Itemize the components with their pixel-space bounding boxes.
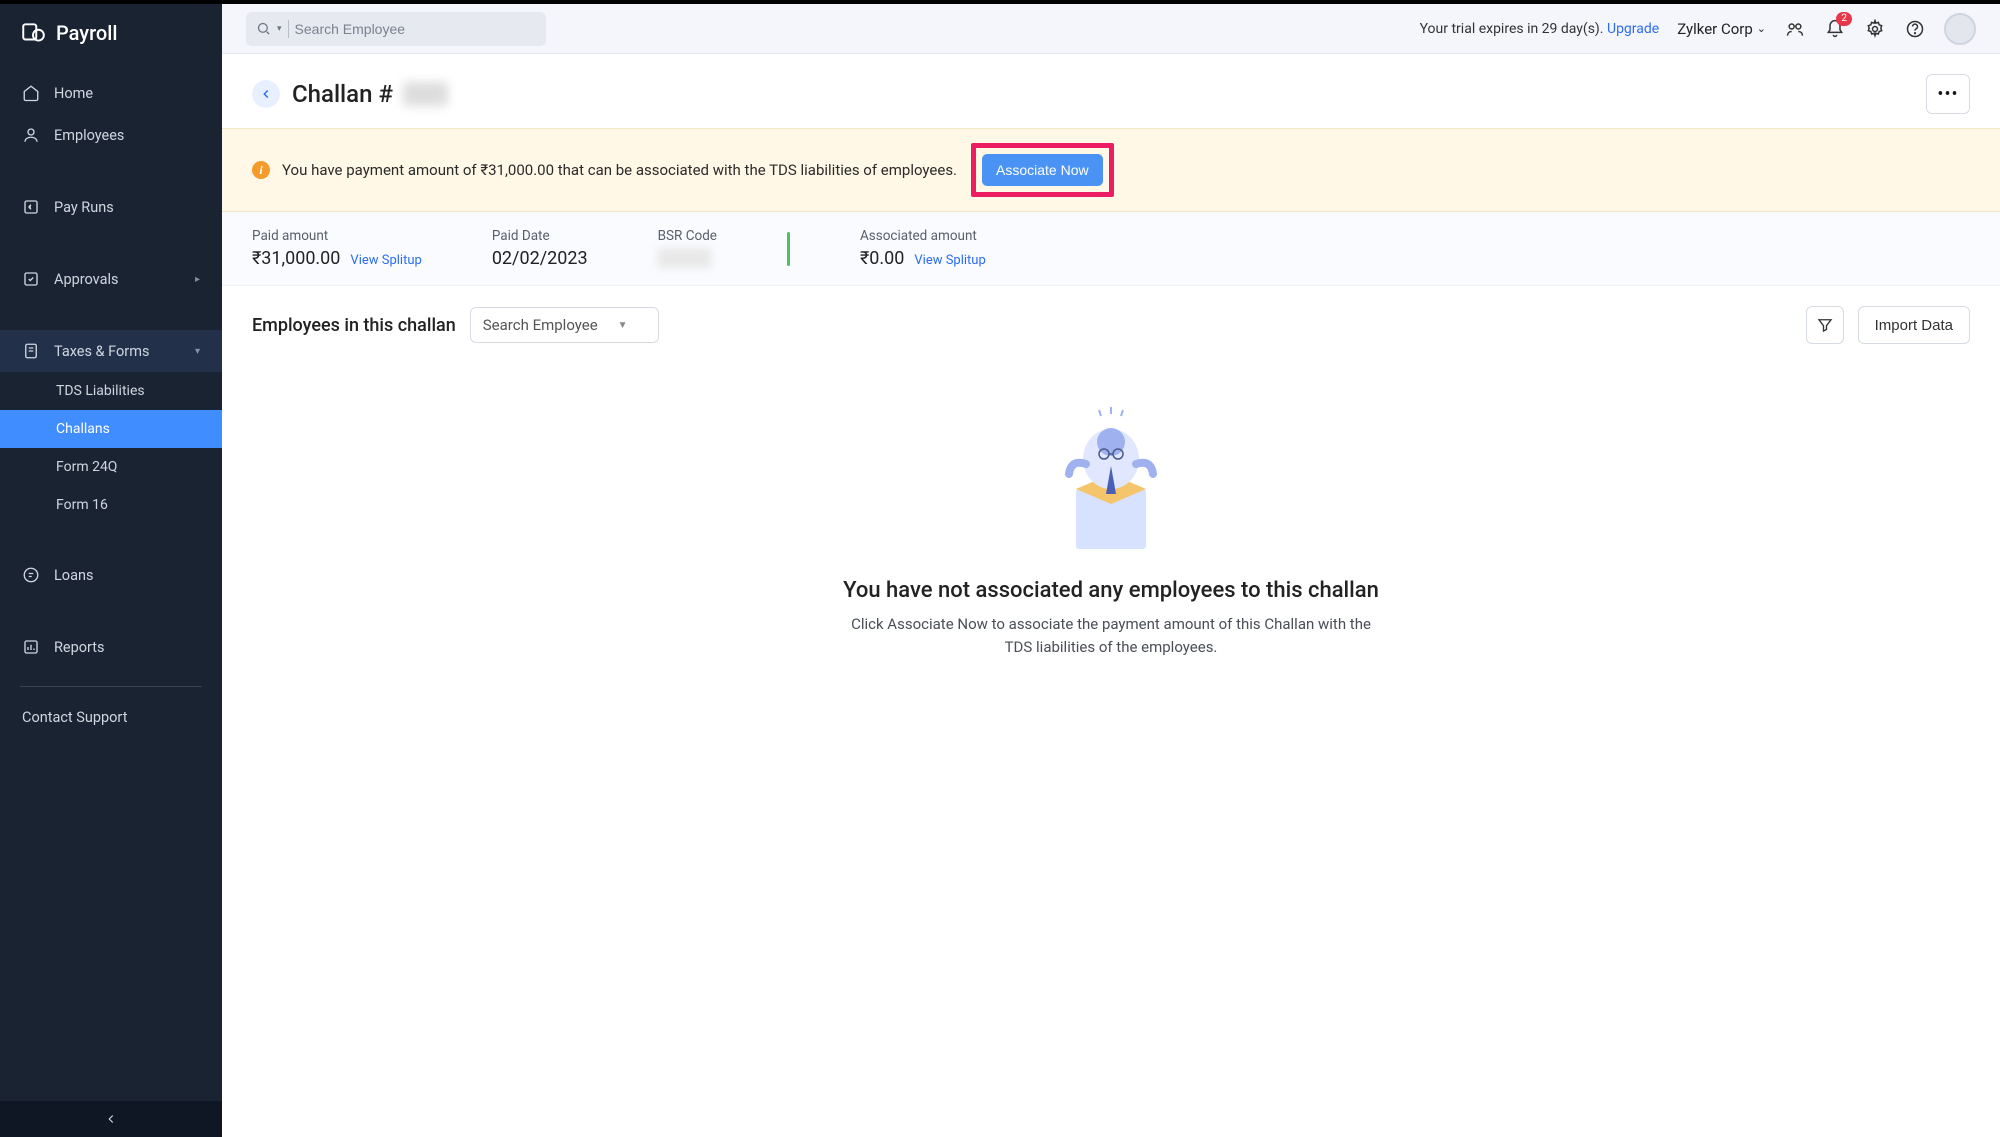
view-splitup-link[interactable]: View Splitup bbox=[350, 253, 421, 268]
sidebar: Payroll Home Employees Pay Runs Approval… bbox=[0, 4, 222, 1137]
refer-icon[interactable] bbox=[1784, 18, 1806, 40]
sidebar-label: Pay Runs bbox=[54, 199, 114, 216]
challan-id-redacted bbox=[403, 82, 448, 106]
sidebar-item-approvals[interactable]: Approvals ▸ bbox=[0, 258, 222, 300]
sidebar-label: Loans bbox=[54, 567, 93, 584]
help-button[interactable] bbox=[1904, 18, 1926, 40]
brand: Payroll bbox=[0, 4, 222, 62]
sidebar-item-home[interactable]: Home bbox=[0, 72, 222, 114]
sidebar-item-reports[interactable]: Reports bbox=[0, 626, 222, 668]
search-icon bbox=[256, 21, 271, 36]
chevron-left-icon bbox=[104, 1112, 118, 1126]
bsr-code-redacted bbox=[658, 248, 711, 268]
back-button[interactable] bbox=[252, 80, 280, 108]
stat-value: ₹0.00 bbox=[860, 248, 904, 269]
page-header: Challan # ••• bbox=[222, 54, 2000, 128]
combo-placeholder: Search Employee bbox=[483, 316, 598, 334]
sidebar-subitem-form-16[interactable]: Form 16 bbox=[0, 486, 222, 524]
page-title-text: Challan # bbox=[292, 80, 393, 108]
sidebar-label: Employees bbox=[54, 127, 124, 144]
stat-paid-amount: Paid amount ₹31,000.00 View Splitup bbox=[252, 228, 422, 269]
main: ▾ Your trial expires in 29 day(s). Upgra… bbox=[222, 4, 2000, 1137]
home-icon bbox=[22, 84, 40, 102]
info-icon: i bbox=[252, 161, 270, 179]
sidebar-contact-support[interactable]: Contact Support bbox=[0, 705, 222, 730]
stat-value: ₹31,000.00 bbox=[252, 248, 340, 269]
stat-value: 02/02/2023 bbox=[492, 248, 588, 269]
empty-description: Click Associate Now to associate the pay… bbox=[841, 613, 1381, 658]
stat-label: BSR Code bbox=[658, 228, 717, 244]
more-icon: ••• bbox=[1937, 84, 1958, 105]
stat-separator bbox=[787, 232, 790, 266]
stats-row: Paid amount ₹31,000.00 View Splitup Paid… bbox=[222, 212, 2000, 286]
notification-badge: 2 bbox=[1836, 12, 1852, 26]
view-splitup-link[interactable]: View Splitup bbox=[914, 253, 985, 268]
employee-search-combo[interactable]: Search Employee ▼ bbox=[470, 307, 659, 343]
stat-label: Paid Date bbox=[492, 228, 588, 244]
empty-state: You have not associated any employees to… bbox=[222, 364, 2000, 1137]
stat-label: Associated amount bbox=[860, 228, 986, 244]
associate-now-button[interactable]: Associate Now bbox=[982, 154, 1103, 186]
sidebar-collapse-button[interactable] bbox=[0, 1101, 222, 1137]
sidebar-subitem-form-24q[interactable]: Form 24Q bbox=[0, 448, 222, 486]
trial-text-prefix: Your trial expires in 29 day(s). bbox=[1420, 21, 1607, 37]
empty-title: You have not associated any employees to… bbox=[843, 578, 1379, 603]
section-title: Employees in this challan bbox=[252, 315, 456, 336]
sidebar-item-loans[interactable]: Loans bbox=[0, 554, 222, 596]
stat-bsr-code: BSR Code bbox=[658, 228, 717, 269]
payroll-logo-icon bbox=[20, 20, 46, 46]
app-name: Payroll bbox=[56, 21, 117, 45]
empty-illustration bbox=[1051, 404, 1171, 564]
chevron-down-icon: ▾ bbox=[195, 346, 200, 357]
notifications-button[interactable]: 2 bbox=[1824, 18, 1846, 40]
payruns-icon bbox=[22, 198, 40, 216]
sidebar-label: Home bbox=[54, 85, 93, 102]
search-input[interactable] bbox=[295, 21, 536, 37]
trial-notice: Your trial expires in 29 day(s). Upgrade bbox=[1420, 21, 1660, 37]
approvals-icon bbox=[22, 270, 40, 288]
filter-button[interactable] bbox=[1806, 306, 1844, 344]
gear-icon bbox=[1865, 19, 1885, 39]
org-switcher[interactable]: Zylker Corp ⌄ bbox=[1677, 20, 1766, 38]
stat-label: Paid amount bbox=[252, 228, 422, 244]
sidebar-subitem-tds-liabilities[interactable]: TDS Liabilities bbox=[0, 372, 222, 410]
sidebar-item-employees[interactable]: Employees bbox=[0, 114, 222, 156]
more-actions-button[interactable]: ••• bbox=[1926, 74, 1970, 114]
taxes-submenu: TDS Liabilities Challans Form 24Q Form 1… bbox=[0, 372, 222, 524]
employees-icon bbox=[22, 126, 40, 144]
chevron-right-icon: ▸ bbox=[195, 274, 200, 285]
employees-section-header: Employees in this challan Search Employe… bbox=[222, 286, 2000, 364]
avatar[interactable] bbox=[1944, 13, 1976, 45]
topbar: ▾ Your trial expires in 29 day(s). Upgra… bbox=[222, 4, 2000, 54]
org-name: Zylker Corp bbox=[1677, 20, 1753, 38]
taxes-icon bbox=[22, 342, 40, 360]
chevron-down-icon: ⌄ bbox=[1757, 22, 1766, 35]
search-dropdown-caret[interactable]: ▾ bbox=[277, 24, 282, 34]
caret-down-icon: ▼ bbox=[618, 320, 628, 331]
associate-highlight: Associate Now bbox=[971, 143, 1114, 197]
sidebar-subitem-challans[interactable]: Challans bbox=[0, 410, 222, 448]
sidebar-label: Taxes & Forms bbox=[54, 343, 149, 360]
info-banner: i You have payment amount of ₹31,000.00 … bbox=[222, 128, 2000, 212]
stat-paid-date: Paid Date 02/02/2023 bbox=[492, 228, 588, 269]
sidebar-label: Reports bbox=[54, 639, 105, 656]
chevron-left-icon bbox=[259, 87, 273, 101]
import-data-button[interactable]: Import Data bbox=[1858, 306, 1970, 344]
settings-button[interactable] bbox=[1864, 18, 1886, 40]
global-search[interactable]: ▾ bbox=[246, 12, 546, 46]
sidebar-label: Approvals bbox=[54, 271, 119, 288]
banner-text: You have payment amount of ₹31,000.00 th… bbox=[282, 161, 957, 179]
sidebar-item-taxes-forms[interactable]: Taxes & Forms ▾ bbox=[0, 330, 222, 372]
help-icon bbox=[1905, 19, 1925, 39]
page-title: Challan # bbox=[292, 80, 448, 108]
loans-icon bbox=[22, 566, 40, 584]
nav: Home Employees Pay Runs Approvals ▸ Taxe… bbox=[0, 62, 222, 1101]
stat-associated-amount: Associated amount ₹0.00 View Splitup bbox=[860, 228, 986, 269]
sidebar-item-pay-runs[interactable]: Pay Runs bbox=[0, 186, 222, 228]
people-icon bbox=[1785, 19, 1805, 39]
reports-icon bbox=[22, 638, 40, 656]
filter-icon bbox=[1816, 316, 1834, 334]
upgrade-link[interactable]: Upgrade bbox=[1607, 21, 1659, 37]
